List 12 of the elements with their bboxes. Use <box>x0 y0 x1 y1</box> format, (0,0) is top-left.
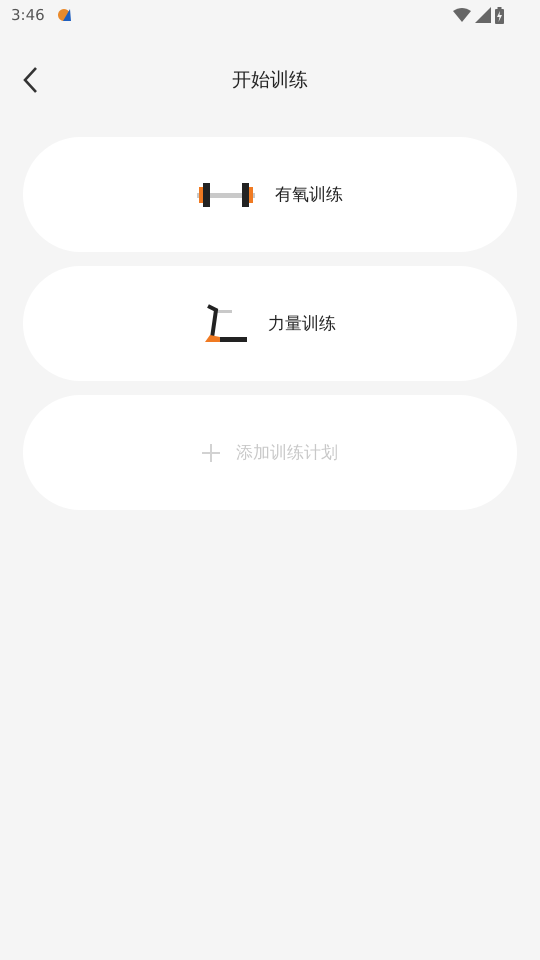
app-logo-icon <box>56 7 73 23</box>
page-title: 开始训练 <box>232 68 308 93</box>
signal-icon <box>475 7 491 23</box>
dumbbell-icon <box>197 182 255 208</box>
training-card[interactable]: 有氧训练 <box>23 137 517 252</box>
training-card[interactable]: 力量训练 <box>23 266 517 381</box>
back-icon[interactable] <box>22 66 38 94</box>
plus-icon <box>202 444 220 462</box>
status-time: 3:46 <box>11 6 45 24</box>
battery-icon <box>495 6 504 24</box>
wifi-icon <box>453 8 471 22</box>
treadmill-icon <box>204 304 248 344</box>
